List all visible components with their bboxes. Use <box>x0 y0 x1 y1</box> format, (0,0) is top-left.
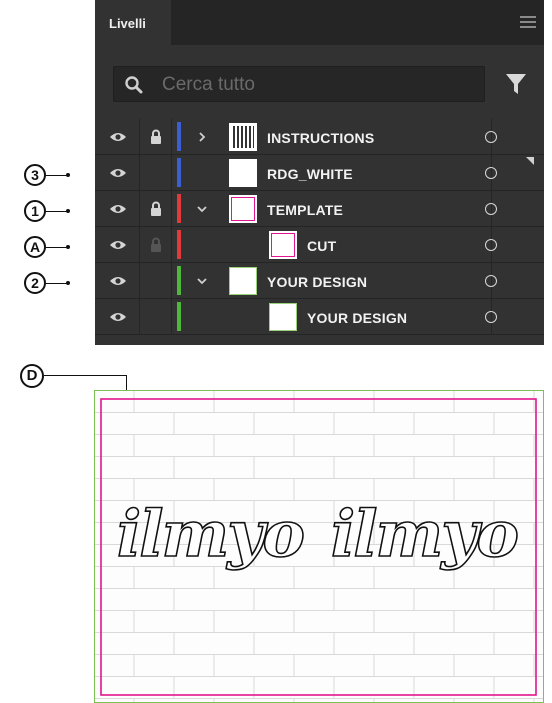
column-divider <box>171 119 172 155</box>
target-circle-icon[interactable] <box>485 311 497 323</box>
column-divider <box>139 263 140 299</box>
layer-row[interactable]: RDG_WHITE <box>95 155 544 191</box>
eye-icon[interactable] <box>109 239 127 251</box>
layer-row[interactable]: TEMPLATE <box>95 191 544 227</box>
layer-name: INSTRUCTIONS <box>267 130 375 146</box>
callout-1-dot <box>66 209 70 213</box>
design-text-right: ilmyo <box>331 497 518 572</box>
target-circle-icon[interactable] <box>485 203 497 215</box>
search-box <box>113 66 485 102</box>
layer-color-bar <box>177 122 181 151</box>
column-divider <box>139 227 140 263</box>
callout-3: 3 <box>24 164 46 186</box>
tab-layers[interactable]: Livelli <box>95 0 171 45</box>
callout-2-dot <box>66 281 70 285</box>
lock-icon[interactable] <box>149 129 163 145</box>
chevron-right-icon[interactable] <box>196 131 208 143</box>
callout-d: D <box>20 364 44 388</box>
eye-icon[interactable] <box>109 131 127 143</box>
layers-panel: Livelli INSTRUCTIONS RDG_WHITE TEMPLATE CUT… <box>95 0 544 345</box>
design-text-left: ilmyo <box>117 497 304 572</box>
layer-thumbnail <box>229 159 257 187</box>
lock-icon[interactable] <box>149 201 163 217</box>
layer-row[interactable]: INSTRUCTIONS <box>95 119 544 155</box>
target-circle-icon[interactable] <box>485 239 497 251</box>
column-divider <box>139 191 140 227</box>
callout-3-leader <box>46 175 68 176</box>
layer-color-bar <box>177 194 181 223</box>
layer-color-bar <box>177 266 181 295</box>
eye-icon[interactable] <box>109 167 127 179</box>
layer-name: TEMPLATE <box>267 202 344 218</box>
lock-icon[interactable] <box>149 237 163 253</box>
callout-d-leader <box>44 375 126 376</box>
callout-1: 1 <box>24 200 46 222</box>
search-input[interactable] <box>160 71 464 99</box>
layer-name: CUT <box>307 238 337 254</box>
target-circle-icon[interactable] <box>485 167 497 179</box>
column-divider <box>139 155 140 191</box>
column-divider <box>171 227 172 263</box>
layer-thumbnail <box>229 267 257 295</box>
layer-row[interactable]: CUT <box>95 227 544 263</box>
column-divider <box>171 263 172 299</box>
layer-name: RDG_WHITE <box>267 166 353 182</box>
column-divider <box>171 155 172 191</box>
callout-1-leader <box>46 211 68 212</box>
column-divider <box>139 299 140 335</box>
column-divider <box>171 299 172 335</box>
layer-color-bar <box>177 302 181 331</box>
callout-2: 2 <box>24 272 46 294</box>
chevron-down-icon[interactable] <box>196 275 208 287</box>
filter-funnel-icon[interactable] <box>505 72 527 96</box>
callout-a-dot <box>66 245 70 249</box>
layer-name: YOUR DESIGN <box>267 274 368 290</box>
column-divider <box>139 119 140 155</box>
artboard: ilmyo ilmyo <box>94 390 544 703</box>
layer-color-bar <box>177 158 181 187</box>
layer-row[interactable]: YOUR DESIGN <box>95 263 544 299</box>
callout-2-leader <box>46 283 68 284</box>
layer-thumbnail <box>229 123 257 151</box>
target-circle-icon[interactable] <box>485 275 497 287</box>
panel-tab-bar: Livelli <box>95 0 544 45</box>
layer-thumbnail <box>269 303 297 331</box>
layer-thumbnail <box>269 231 297 259</box>
callout-3-dot <box>66 173 70 177</box>
layer-name: YOUR DESIGN <box>307 310 408 326</box>
layer-row[interactable]: YOUR DESIGN <box>95 299 544 335</box>
target-circle-icon[interactable] <box>485 131 497 143</box>
hamburger-menu-icon[interactable] <box>520 16 536 28</box>
layers-list: INSTRUCTIONS RDG_WHITE TEMPLATE CUT YOUR DES… <box>95 119 544 335</box>
layer-color-bar <box>177 230 181 259</box>
callout-a: A <box>24 236 46 258</box>
eye-icon[interactable] <box>109 275 127 287</box>
search-icon <box>125 76 143 94</box>
column-divider <box>171 191 172 227</box>
callout-a-leader <box>46 247 68 248</box>
eye-icon[interactable] <box>109 203 127 215</box>
eye-icon[interactable] <box>109 311 127 323</box>
layer-thumbnail <box>229 195 257 223</box>
selection-indicator <box>526 157 534 165</box>
chevron-down-icon[interactable] <box>196 203 208 215</box>
